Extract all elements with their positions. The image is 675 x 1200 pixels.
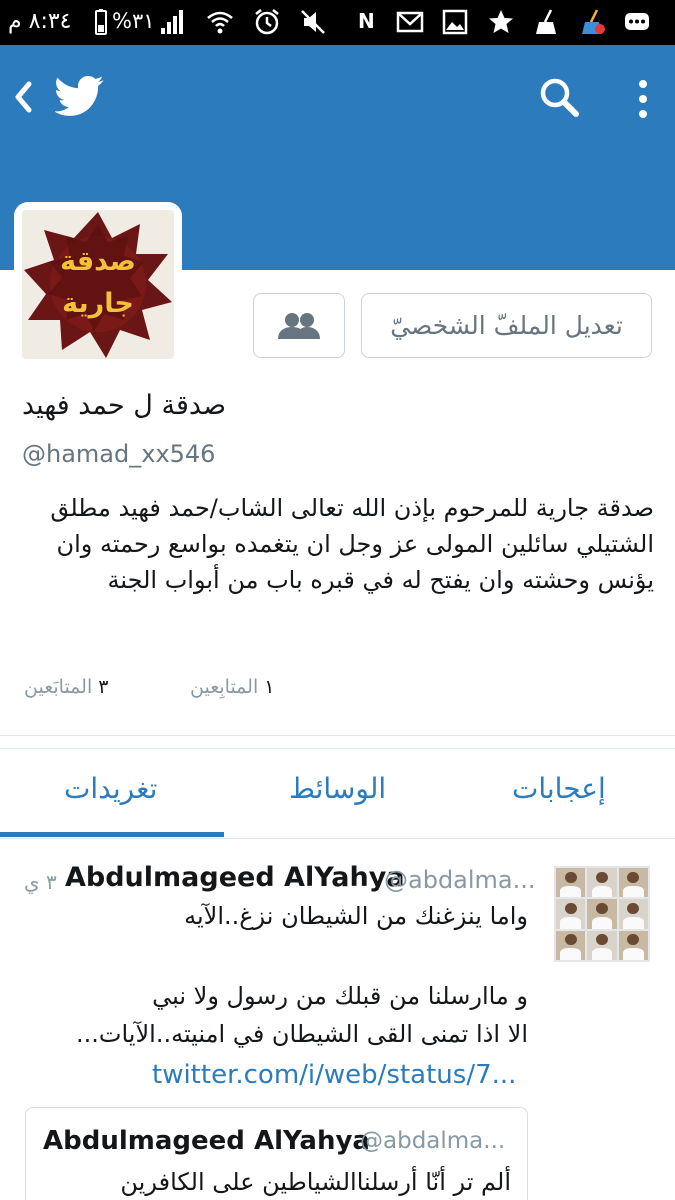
tweet-time: ٣ ي xyxy=(24,870,57,894)
tweet-text-line: و ماارسلنا من قبلك من رسول ولا نبي xyxy=(152,982,528,1010)
tweet-text-line: واما ينزغنك من الشيطان نزغ..الآيه xyxy=(184,902,528,930)
signal-icon xyxy=(158,8,188,36)
quoted-tweet-handle: @abdalma... xyxy=(360,1128,506,1154)
status-time: ٨:٣٤ م xyxy=(8,9,72,34)
avatar-image: صدقة جارية xyxy=(22,210,174,359)
tweet-author-avatar[interactable] xyxy=(554,866,650,962)
followers-label: المتابَعين xyxy=(24,676,93,698)
people-button[interactable] xyxy=(253,293,345,358)
tab-tweets[interactable]: تغريدات xyxy=(64,772,157,805)
mute-icon xyxy=(298,8,328,36)
profile-handle: @hamad_xx546 xyxy=(22,440,216,468)
network-letter: N xyxy=(358,9,375,33)
profile-bio: صدقة جارية للمرحوم بإذن الله تعالى الشاب… xyxy=(50,494,654,594)
avatar-text-line2: جارية xyxy=(62,288,134,319)
tabs-bottom-divider xyxy=(0,838,675,839)
tweet-link[interactable]: twitter.com/i/web/status/7... xyxy=(152,1060,516,1090)
profile-tabs: إعجابات الوسائط تغريدات xyxy=(0,748,675,838)
cleaner-icon xyxy=(532,8,562,36)
quoted-tweet-text: ألم تر أنّا أرسلناالشياطين على الكافرين xyxy=(120,1168,511,1196)
tweet-text-line: الا اذا تمنى القى الشيطان في امنيته..الآ… xyxy=(75,1020,528,1048)
following-stat[interactable]: ١ المتابِعين xyxy=(190,676,275,698)
search-icon[interactable] xyxy=(535,73,583,121)
avatar-text-line1: صدقة xyxy=(60,246,136,277)
battery-percent: ٣١% xyxy=(112,9,155,33)
gmail-icon xyxy=(395,8,425,36)
following-count: ١ xyxy=(264,676,275,698)
messenger-icon xyxy=(622,8,652,36)
quoted-tweet-author: Abdulmageed AlYahya xyxy=(43,1126,370,1156)
star-icon xyxy=(486,8,516,36)
tweet-author-handle[interactable]: @abdalma... xyxy=(384,866,536,894)
followers-stat[interactable]: ٣ المتابَعين xyxy=(24,676,109,698)
tab-media[interactable]: الوسائط xyxy=(289,772,386,805)
followers-count: ٣ xyxy=(98,676,109,698)
gallery-icon xyxy=(440,8,470,36)
edit-profile-button[interactable]: تعديل الملفّ الشخصيّ xyxy=(361,293,652,358)
section-divider xyxy=(0,735,675,736)
status-bar: ٨:٣٤ م ٣١% N xyxy=(0,0,675,45)
quoted-tweet[interactable]: Abdulmageed AlYahya @abdalma... ألم تر أ… xyxy=(25,1107,528,1200)
twitter-bird-icon[interactable] xyxy=(55,73,105,119)
tweet-author-name[interactable]: Abdulmageed AlYahya xyxy=(65,862,405,893)
people-icon xyxy=(278,312,320,339)
cleaner-alert-icon xyxy=(578,8,608,36)
following-label: المتابِعين xyxy=(190,676,259,698)
tab-likes[interactable]: إعجابات xyxy=(512,772,606,805)
back-icon[interactable] xyxy=(8,75,38,119)
alarm-icon xyxy=(252,8,282,36)
profile-name: صدقة ل حمد فهيد xyxy=(22,390,226,421)
more-vertical-icon[interactable] xyxy=(628,75,658,123)
wifi-icon xyxy=(205,8,235,36)
profile-avatar[interactable]: صدقة جارية xyxy=(14,202,182,367)
active-tab-indicator xyxy=(0,832,224,837)
